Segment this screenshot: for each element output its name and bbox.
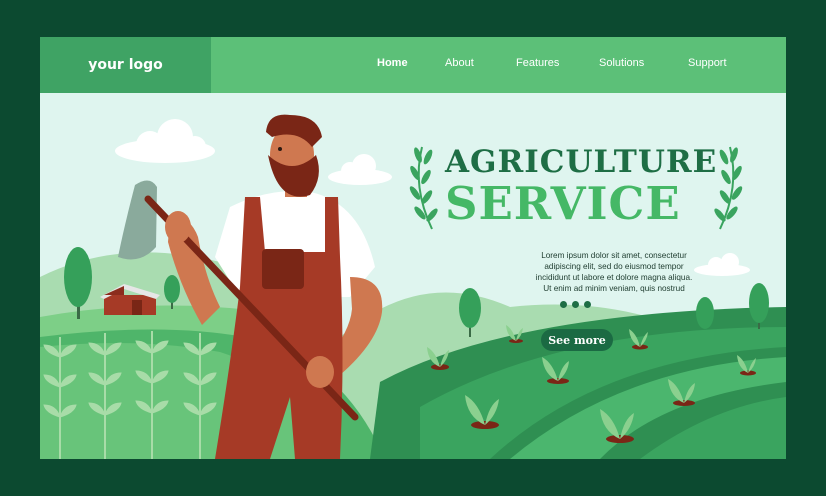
laurel-icon [714, 146, 743, 230]
farm-illustration [40, 114, 786, 459]
description-line: Ut enim ad minim veniam, quis nostrud [543, 284, 685, 293]
hero-title-line2: SERVICE [445, 177, 681, 230]
hero-title-line1: AGRICULTURE [445, 144, 718, 180]
nav-features[interactable]: Features [516, 57, 559, 69]
see-more-button[interactable]: See more [541, 329, 613, 351]
carousel-dots [560, 301, 591, 309]
description-line: incididunt ut labore et dolore magna ali… [535, 273, 693, 282]
nav-solutions[interactable]: Solutions [599, 57, 644, 69]
landing-page: your logo Home About Features Solutions … [40, 37, 786, 459]
cloud-icon [115, 119, 215, 163]
carousel-dot[interactable] [560, 301, 567, 308]
nav-home[interactable]: Home [377, 57, 408, 69]
main-nav: Home About Features Solutions Support [40, 37, 786, 93]
laurel-icon [409, 146, 438, 230]
tree-icon [696, 297, 714, 329]
carousel-dot[interactable] [572, 301, 579, 308]
description-line: adipiscing elit, sed do eiusmod tempor [544, 262, 684, 271]
cloud-icon [328, 154, 392, 185]
site-header: your logo Home About Features Solutions … [40, 37, 786, 93]
description-line: Lorem ipsum dolor sit amet, consectetur [541, 251, 687, 260]
hoe-icon [118, 180, 157, 260]
nav-about[interactable]: About [445, 57, 474, 69]
carousel-dot[interactable] [584, 301, 591, 308]
nav-support[interactable]: Support [688, 57, 727, 69]
hero-description: Lorem ipsum dolor sit amet, consectetur … [488, 250, 740, 294]
